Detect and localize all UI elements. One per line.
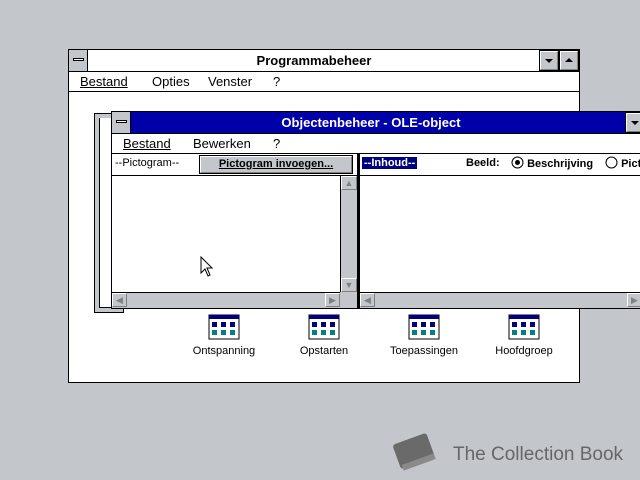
- watermark: The Collection Book: [386, 428, 636, 478]
- inhoud-header: --Inhoud-- Beeld: Beschrijving Pict: [360, 154, 640, 176]
- maximize-button[interactable]: [559, 50, 579, 71]
- scroll-right-button[interactable]: ▶: [325, 293, 340, 307]
- object-packager-window: Objectenbeheer - OLE-object Bestand Bewe…: [111, 111, 640, 309]
- program-group-icon: [508, 314, 540, 340]
- pictogram-header: --Pictogram-- Pictogram invoegen...: [112, 154, 358, 176]
- radio-description[interactable]: Beschrijving: [511, 156, 593, 170]
- menu-bewerken[interactable]: Bewerken: [193, 136, 251, 151]
- object-packager-menubar: Bestand Bewerken ?: [112, 134, 640, 154]
- book-logo-icon: [393, 433, 436, 471]
- radio-picture-label: Pict: [621, 158, 640, 170]
- insert-icon-button-label: Pictogram invoegen...: [218, 158, 334, 170]
- scroll-right-button[interactable]: ▶: [627, 293, 640, 307]
- pictogram-pane[interactable]: [112, 176, 340, 292]
- radio-description-label: Beschrijving: [527, 158, 594, 170]
- scroll-left-button[interactable]: ◀: [112, 293, 127, 307]
- menubar-divider: [69, 91, 579, 92]
- minimize-button[interactable]: [539, 50, 559, 71]
- inhoud-hscrollbar[interactable]: ◀ ▶: [360, 292, 640, 307]
- object-packager-titlebar[interactable]: Objectenbeheer - OLE-object: [112, 112, 640, 134]
- inhoud-label: --Inhoud--: [362, 157, 418, 169]
- system-menu-icon[interactable]: [69, 50, 88, 71]
- inhoud-pane[interactable]: [360, 176, 640, 292]
- scroll-down-button[interactable]: ▼: [341, 278, 357, 292]
- menu-help[interactable]: ?: [273, 74, 280, 89]
- program-manager-menubar: Bestand Opties Venster ?: [69, 72, 579, 91]
- radio-picture[interactable]: Pict: [605, 156, 640, 170]
- view-label: Beeld:: [466, 157, 500, 169]
- maximize-arrow-icon: [565, 58, 573, 62]
- radio-unselected-icon: [605, 156, 618, 169]
- group-label: Hoofdgroep: [495, 345, 553, 357]
- watermark-text: The Collection Book: [453, 444, 624, 465]
- group-label: Ontspanning: [192, 345, 256, 357]
- scroll-corner: [340, 292, 357, 308]
- group-label: Opstarten: [299, 345, 349, 357]
- pictogram-vscrollbar[interactable]: ▲ ▼: [340, 176, 357, 292]
- system-menu-icon[interactable]: [112, 112, 131, 133]
- minimize-arrow-icon: [545, 59, 553, 63]
- menu-bestand[interactable]: Bestand: [80, 74, 128, 89]
- menu-opties[interactable]: Opties: [152, 74, 190, 89]
- object-packager-title: Objectenbeheer - OLE-object: [281, 115, 461, 130]
- group-label: Toepassingen: [390, 345, 458, 357]
- insert-icon-button[interactable]: Pictogram invoegen...: [199, 155, 353, 174]
- program-manager-title: Programmabeheer: [256, 53, 372, 68]
- pictogram-label: --Pictogram--: [115, 157, 180, 169]
- program-group-icon: [208, 314, 240, 340]
- program-group-icon: [408, 314, 440, 340]
- pictogram-hscrollbar[interactable]: ◀ ▶: [112, 292, 340, 307]
- scroll-up-button[interactable]: ▲: [341, 176, 357, 190]
- radio-selected-icon: [511, 156, 524, 169]
- program-group-icon: [308, 314, 340, 340]
- minimize-arrow-icon: [631, 121, 639, 125]
- mouse-pointer-icon: [200, 256, 214, 277]
- scroll-left-button[interactable]: ◀: [360, 293, 375, 307]
- menu-bestand[interactable]: Bestand: [123, 136, 171, 151]
- menu-venster[interactable]: Venster: [208, 74, 252, 89]
- menu-help[interactable]: ?: [273, 136, 280, 151]
- program-manager-titlebar[interactable]: Programmabeheer: [69, 50, 579, 72]
- minimize-button[interactable]: [625, 112, 640, 133]
